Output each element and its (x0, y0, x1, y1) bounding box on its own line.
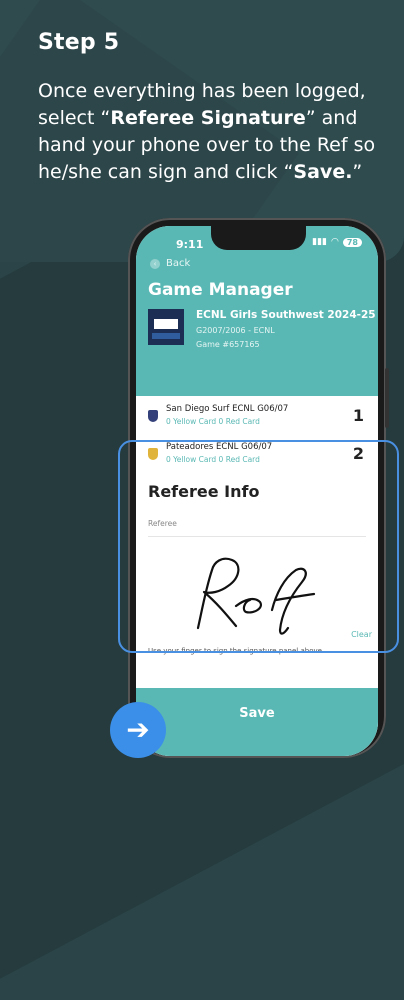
referee-highlight-box (118, 440, 399, 653)
ecnl-southwest-logo (148, 309, 184, 345)
team-row-home[interactable]: San Diego Surf ECNL G06/07 0 Yellow Card… (136, 396, 378, 435)
arrow-right-icon[interactable]: ➔ (110, 702, 166, 758)
step-instructions: Once everything has been logged, select … (38, 78, 398, 186)
phone-notch (211, 226, 306, 250)
battery-icon: 78 (342, 237, 362, 247)
step-text-part: ” (352, 161, 363, 183)
page-title: Game Manager (148, 280, 293, 300)
team-badge-icon (148, 410, 158, 422)
logo-graphic (148, 309, 184, 345)
event-division: G2007/2006 - ECNL (196, 326, 275, 335)
save-button[interactable]: Save (136, 688, 378, 756)
event-name: ECNL Girls Southwest 2024-25 (196, 309, 376, 321)
chevron-left-icon: ‹ (150, 258, 160, 269)
step-title: Step 5 (38, 30, 120, 55)
step-text-bold: Save. (293, 161, 353, 183)
team-cards: 0 Yellow Card 0 Red Card (166, 417, 260, 426)
team-score: 1 (352, 406, 364, 425)
team-name: San Diego Surf ECNL G06/07 (166, 404, 289, 414)
phone-side-button (385, 368, 389, 428)
status-icons: ▮▮▮ ◠ 78 (312, 237, 362, 247)
status-time: 9:11 (176, 238, 204, 251)
back-label: Back (166, 258, 191, 269)
app-header: 9:11 ▮▮▮ ◠ 78 ‹ Back Game Manager ECNL G… (136, 226, 378, 396)
wifi-icon: ◠ (331, 237, 339, 247)
back-button[interactable]: ‹ Back (150, 258, 190, 269)
step-text-bold: Referee Signature (110, 107, 306, 129)
event-game-number: Game #657165 (196, 340, 260, 349)
signal-icon: ▮▮▮ (312, 237, 327, 247)
